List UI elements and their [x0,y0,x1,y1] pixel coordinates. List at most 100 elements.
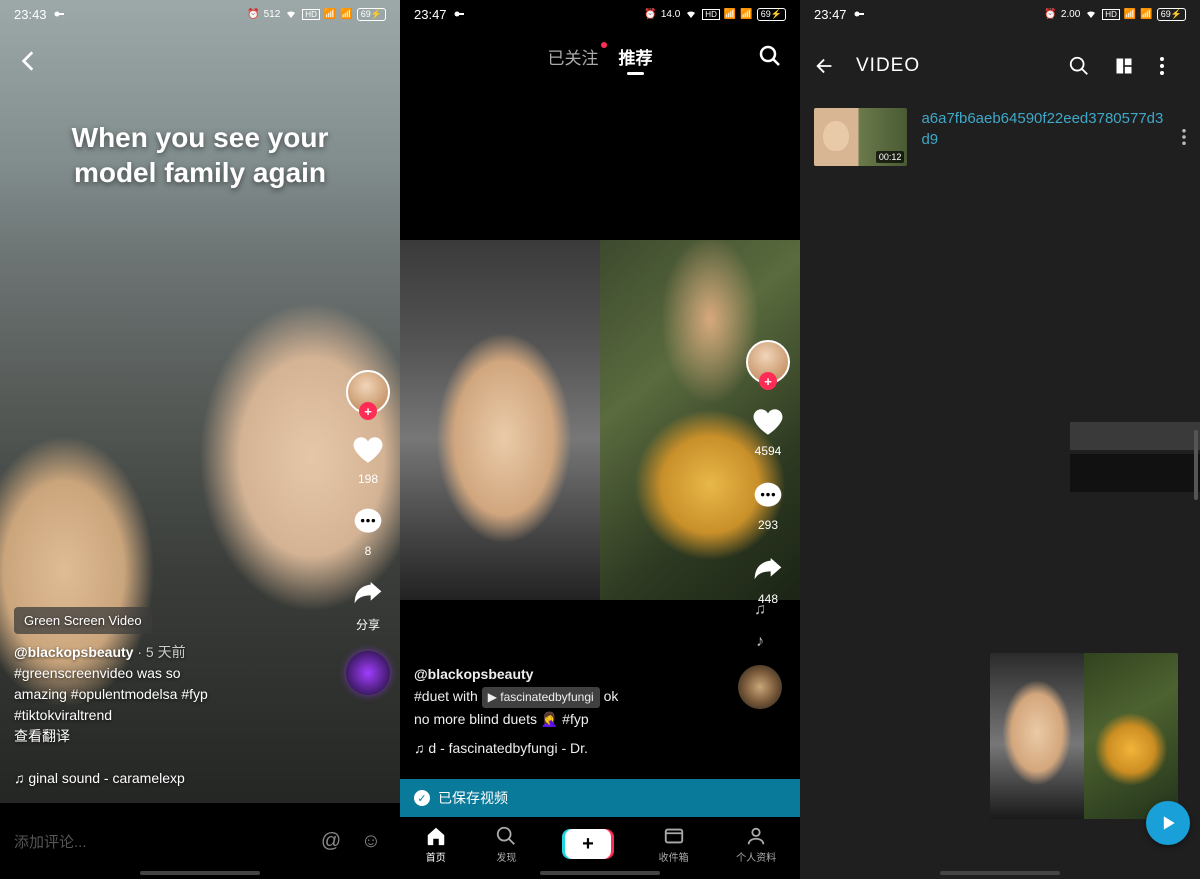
sound-name[interactable]: ginal sound - caramelexp [28,770,184,786]
duet-user-chip[interactable]: ▶ fascinatedbyfungi [482,687,600,708]
signal-icon-2: 📶 [1140,9,1152,20]
follow-plus-icon[interactable]: + [759,372,777,390]
video-thumbnail: 00:12 [814,108,907,166]
redacted-block [1070,454,1200,492]
video-filename: a6a7fb6aeb64590f22eed3780577d3d9 [921,108,1168,150]
nav-home[interactable]: 首页 [424,825,448,864]
share-button[interactable]: 分享 [350,576,386,633]
item-more-button[interactable] [1182,129,1186,145]
search-button[interactable] [758,44,782,68]
desc-line-2[interactable]: amazing #opulentmodelsa #fyp [14,686,208,702]
floating-music-icons: ♫ ♪ [738,601,782,709]
comment-input[interactable]: 添加评论... [14,831,306,852]
nav-inbox[interactable]: 收件箱 [659,825,689,864]
pip-left-pane [990,653,1084,819]
like-count: 4594 [755,444,782,458]
search-icon [495,825,517,847]
status-bar: 23:47 ⏰ 14.0 HD 📶 📶 69⚡ [400,2,800,26]
comment-button[interactable]: 8 [350,504,386,558]
back-button[interactable] [814,55,836,77]
status-time: 23:47 [414,7,447,22]
battery-icon: 69⚡ [357,8,386,21]
pip-play-button[interactable] [1146,801,1190,845]
follow-plus-icon[interactable]: + [359,402,377,420]
video-duration: 00:12 [876,151,905,163]
translate-link[interactable]: 查看翻译 [14,728,70,744]
wifi-icon [284,8,298,20]
video-caption-overlay: When you see your model family again [0,120,400,190]
inbox-icon [663,825,685,847]
tab-following[interactable]: 已关注 [548,44,599,73]
share-label: 分享 [356,616,380,633]
share-icon [350,576,386,612]
mention-icon[interactable]: @ [316,830,346,853]
sound-name[interactable]: d - fascinatedbyfungi - Dr. [428,740,588,756]
duet-video[interactable] [400,240,800,600]
play-icon [1158,813,1178,833]
view-toggle-button[interactable] [1114,56,1140,76]
scrollbar-thumb[interactable] [1194,430,1198,500]
sound-disc[interactable] [346,651,390,695]
action-rail: + 4594 293 448 [746,340,790,606]
home-indicator[interactable] [540,871,660,875]
video-meta: Green Screen Video @blackopsbeauty · 5 天… [14,607,310,790]
comment-icon [350,504,386,540]
username[interactable]: @blackopsbeauty [14,644,133,660]
video-meta: @blackopsbeauty #duet with ▶ fascinatedb… [414,663,710,759]
desc-prefix[interactable]: #duet with [414,688,478,704]
status-time: 23:43 [14,7,47,22]
like-button[interactable]: 4594 [750,404,786,458]
comment-button[interactable]: 293 [750,478,786,532]
pip-preview[interactable] [990,653,1178,819]
more-menu-button[interactable] [1160,57,1186,75]
net-speed: 2.00 [1061,9,1080,20]
home-icon [424,825,448,847]
home-indicator[interactable] [940,871,1060,875]
like-button[interactable]: 198 [350,432,386,486]
effect-chip[interactable]: Green Screen Video [14,607,152,635]
desc-line-2[interactable]: no more blind duets 🤦‍♀️ #fyp [414,708,710,730]
video-list-item[interactable]: 00:12 a6a7fb6aeb64590f22eed3780577d3d9 [814,108,1186,166]
alarm-icon: ⏰ [1044,9,1056,20]
bottom-nav: 首页 发现 + 收件箱 个人资料 [400,817,800,879]
hd-icon: HD [702,9,720,20]
post-time: 5 天前 [146,644,186,660]
share-icon [750,552,786,588]
phone-screen-1: 23:43 ⏰ 512 HD 📶 📶 69⚡ When you see your… [0,0,400,879]
phone-screen-3: 23:47 ⏰ 2.00 HD 📶 📶 69⚡ VIDEO [800,0,1200,879]
tab-recommend[interactable]: 推荐 [619,44,653,73]
username[interactable]: @blackopsbeauty [414,663,710,685]
search-button[interactable] [1068,55,1094,77]
heart-icon [350,432,386,468]
comment-icon [750,478,786,514]
duet-left-pane [400,240,600,600]
creator-avatar[interactable]: + [346,370,390,414]
emoji-icon[interactable]: ☺ [356,830,386,853]
signal-icon: 📶 [724,9,736,20]
creator-avatar[interactable]: + [746,340,790,384]
net-speed: 14.0 [661,9,680,20]
like-count: 198 [358,472,378,486]
alarm-icon: ⏰ [644,9,656,20]
comment-count: 8 [365,544,372,558]
nav-discover[interactable]: 发现 [495,825,517,864]
action-rail: + 198 8 分享 [346,370,390,695]
comment-bar: 添加评论... @ ☺ [0,803,400,879]
phone-screen-2: 23:47 ⏰ 14.0 HD 📶 📶 69⚡ 已关注 推荐 [400,0,800,879]
nav-create[interactable]: + [565,829,611,859]
sound-disc[interactable] [738,665,782,709]
key-icon [53,8,65,20]
share-button[interactable]: 448 [750,552,786,606]
desc-line-1[interactable]: #greenscreenvideo was so [14,665,181,681]
signal-icon: 📶 [324,9,336,20]
hd-icon: HD [1102,9,1120,20]
share-count: 448 [758,592,778,606]
desc-line-3[interactable]: #tiktokviraltrend [14,707,112,723]
saved-banner-text: 已保存视频 [438,788,508,808]
saved-video-banner[interactable]: ✓ 已保存视频 [400,779,800,817]
notification-dot [601,42,607,48]
music-icon: ♫ [414,740,428,756]
home-indicator[interactable] [140,871,260,875]
nav-profile[interactable]: 个人资料 [736,825,776,864]
back-button[interactable] [16,48,42,74]
